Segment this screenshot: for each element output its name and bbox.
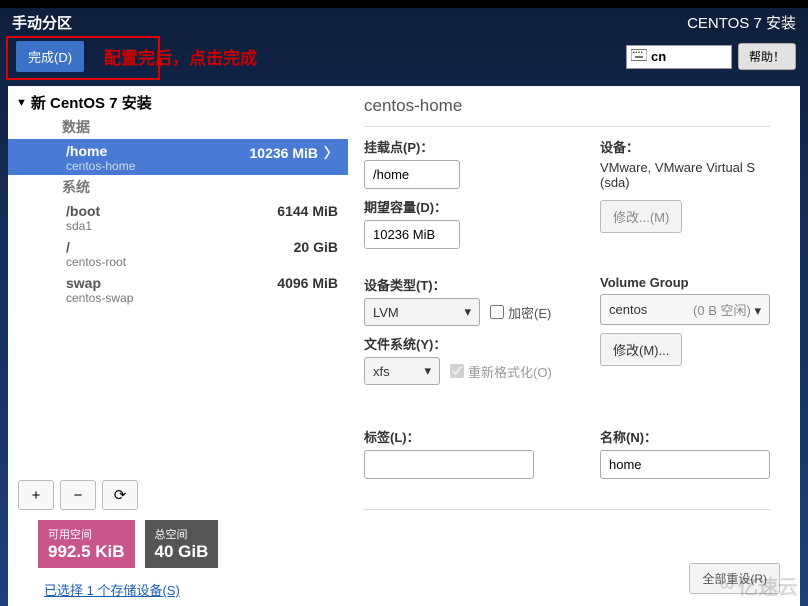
watermark: ∞亿速云 [720,571,798,600]
capacity-label: 期望容量(D)： [364,197,594,216]
vg-select[interactable]: centos(0 B 空闲) ▾ [600,294,770,325]
devtype-label: 设备类型(T)： [364,275,594,294]
encrypt-checkbox[interactable]: 加密(E) [490,303,551,322]
modify-device-button[interactable]: 修改...(M) [600,200,682,233]
keyboard-layout-value: cn [651,49,666,64]
capacity-input[interactable] [364,220,460,249]
done-button[interactable]: 完成(D) [16,41,84,72]
devtype-select[interactable]: LVM▾ [364,298,480,326]
tag-label: 标签(L)： [364,427,594,446]
help-button[interactable]: 帮助！ [738,43,796,70]
divider [364,509,770,510]
add-button[interactable]: + [18,480,54,510]
reformat-checkbox: 重新格式化(O) [450,362,552,381]
tag-input[interactable] [364,450,534,479]
partition-row[interactable]: /centos-root 20 GiB [8,235,348,271]
reload-button[interactable]: ⟳ [102,480,138,510]
mount-label: 挂载点(P)： [364,137,594,156]
details-title: centos-home [364,96,770,116]
vg-label: Volume Group [600,275,770,290]
storage-devices-link[interactable]: 已选择 1 个存储设备(S) [44,583,180,598]
fs-select[interactable]: xfs▾ [364,357,440,385]
total-space-box: 总空间40 GiB [145,520,219,568]
fs-label: 文件系统(Y)： [364,334,594,353]
chevron-down-icon: ▼ [16,97,27,109]
keyboard-layout-field[interactable]: cn [626,45,732,69]
mount-input[interactable] [364,160,460,189]
chevron-down-icon: ▾ [464,304,471,320]
installer-title: CENTOS 7 安装 [687,12,796,33]
section-data: 数据 [8,115,348,139]
partition-row[interactable]: /bootsda1 6144 MiB [8,199,348,235]
chevron-down-icon: ▾ [424,363,431,379]
device-label: 设备： [600,137,770,156]
modify-vg-button[interactable]: 修改(M)... [600,333,682,366]
chevron-down-icon: ▾ [754,303,761,318]
page-title: 手动分区 [12,12,72,33]
section-system: 系统 [8,175,348,199]
keyboard-icon [631,49,647,64]
partition-row[interactable]: swapcentos-swap 4096 MiB [8,271,348,307]
tree-header[interactable]: ▼新 CentOS 7 安装 [8,86,348,115]
tip-text: 配置完后，点击完成 [104,44,257,69]
available-space-box: 可用空间992.5 KiB [38,520,135,568]
name-input[interactable] [600,450,770,479]
remove-button[interactable]: − [60,480,96,510]
partition-row[interactable]: /homecentos-home 10236 MiB〉 [8,139,348,175]
name-label: 名称(N)： [600,427,770,446]
chevron-right-icon: 〉 [324,143,338,163]
device-value: VMware, VMware Virtual S (sda) [600,160,770,190]
divider [364,126,770,127]
